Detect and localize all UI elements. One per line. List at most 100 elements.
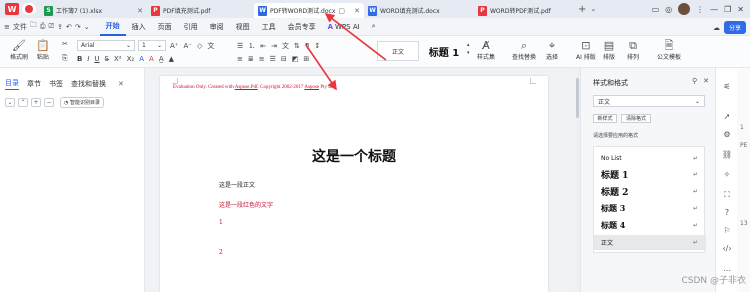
align-left-icon[interactable]: ≡ — [237, 55, 243, 63]
ai-layout-button[interactable]: ⊡ AI 排版 — [576, 39, 596, 61]
phonetic-icon[interactable]: 文 — [207, 41, 214, 51]
tab-pdf-to-word[interactable]: W PDF转WORD测试.docx ▢ ✕ — [254, 3, 364, 18]
paste-button[interactable]: 📋 粘贴 — [36, 39, 50, 61]
wps-logo-icon[interactable]: W — [5, 3, 19, 15]
strikethrough-icon[interactable]: S̶ — [105, 55, 109, 63]
new-tab-button[interactable]: + — [578, 4, 586, 15]
settings-icon[interactable]: ⚙ — [721, 130, 733, 140]
bookmark-icon[interactable]: ⚐ — [721, 226, 733, 236]
tab-toc[interactable]: 目录 — [5, 78, 19, 90]
skin-icon[interactable]: ◎ — [665, 5, 672, 14]
menu-tab-insert[interactable]: 插入 — [126, 18, 152, 36]
close-icon[interactable]: ✕ — [118, 80, 124, 88]
increase-indent-icon[interactable]: ⇥ — [271, 42, 277, 50]
clear-format-icon[interactable]: ◇ — [197, 42, 202, 50]
link-icon[interactable]: ⛓ — [721, 150, 733, 160]
subscript-icon[interactable]: X₂ — [127, 55, 135, 63]
shrink-font-icon[interactable]: A⁻ — [183, 42, 191, 50]
format-painter-button[interactable]: 🖌 格式刷 — [10, 39, 28, 61]
menu-tab-member[interactable]: 会员专享 — [282, 18, 322, 36]
layout-button[interactable]: ▤ 排版 — [603, 39, 615, 61]
font-name-select[interactable]: Arial ⌄ — [77, 40, 135, 51]
document-page[interactable]: Evaluation Only. Created with Aspose.Pdf… — [160, 76, 548, 292]
print-icon[interactable]: ⎚ — [48, 22, 54, 31]
share-button[interactable]: 分享 — [723, 21, 746, 34]
highlight-icon[interactable]: A — [139, 55, 144, 63]
shading-icon[interactable]: ◩ — [292, 55, 299, 63]
style-list-item[interactable]: 标题 1 ↵ — [594, 167, 706, 182]
copy-icon[interactable]: ⎘ — [62, 54, 68, 63]
show-marks-icon[interactable]: ¶ — [305, 42, 309, 50]
collapse-icon[interactable]: ⌄ — [5, 98, 15, 107]
scroll-thumb[interactable] — [576, 78, 579, 118]
remove-icon[interactable]: − — [44, 98, 54, 107]
maximize-icon[interactable]: ❐ — [724, 5, 731, 14]
close-icon[interactable]: ✕ — [703, 77, 709, 85]
text-effect-icon[interactable]: ▲ — [169, 55, 174, 63]
tab-word-to-pdf[interactable]: P WORD转PDF测试.pdf — [474, 3, 574, 18]
justify-icon[interactable]: ☰ — [270, 55, 276, 63]
menu-tab-references[interactable]: 引用 — [178, 18, 204, 36]
style-scroll[interactable]: ▴ ▾ — [467, 42, 470, 56]
arrange-button[interactable]: ⧉ 排列 — [627, 39, 639, 61]
menu-tab-page[interactable]: 页面 — [152, 18, 178, 36]
doc-template-button[interactable]: 🗎 公文模板 — [657, 39, 681, 61]
file-menu[interactable]: 文件 — [13, 22, 27, 32]
char-border-icon[interactable]: A̲ — [159, 55, 164, 63]
undo-icon[interactable]: ↶ — [66, 23, 72, 31]
properties-icon[interactable]: ⚟ — [721, 82, 733, 92]
search-icon[interactable]: ⌕ — [366, 18, 382, 36]
styles-set-button[interactable]: A̸ 样式集 — [477, 39, 495, 61]
tab-list-button[interactable]: ⌄ — [590, 5, 596, 13]
wps-ai-button[interactable]: A WPS AI — [322, 18, 366, 36]
chinese-layout-icon[interactable]: 文 — [282, 41, 289, 51]
numbered-list-icon[interactable]: ⒈ — [248, 41, 255, 51]
line-spacing-icon[interactable]: ↕ — [314, 42, 320, 50]
current-style-select[interactable]: 正文 ⌄ — [593, 95, 705, 107]
decrease-indent-icon[interactable]: ⇤ — [260, 42, 266, 50]
save-icon[interactable]: ⎙ — [40, 22, 46, 31]
font-size-select[interactable]: 1 ⌄ — [138, 40, 166, 51]
menu-tab-tools[interactable]: 工具 — [256, 18, 282, 36]
tab-find-replace[interactable]: 查找和替换 — [71, 79, 106, 89]
style-list-item[interactable]: 标题 2 ↵ — [594, 184, 706, 199]
style-list-item[interactable]: 标题 3 ↵ — [594, 201, 706, 216]
layout-icon[interactable]: ▭ — [652, 5, 660, 14]
chevron-down-icon[interactable]: ⌄ — [84, 23, 90, 31]
new-style-button[interactable]: 新样式 — [593, 114, 617, 123]
hamburger-icon[interactable]: ≡ — [4, 23, 10, 31]
tab-pdf-fill[interactable]: P PDF填充测试.pdf — [147, 3, 254, 18]
italic-icon[interactable]: I — [87, 55, 89, 63]
smart-toc-button[interactable]: ◔ 智能识别目录 — [60, 97, 104, 108]
close-icon[interactable]: ✕ — [354, 7, 360, 15]
expand-icon[interactable]: ⌃ — [18, 98, 28, 107]
home-tab[interactable] — [22, 3, 36, 15]
menu-tab-home[interactable]: 开始 — [99, 18, 126, 36]
avatar[interactable] — [678, 3, 691, 15]
menu-tab-review[interactable]: 审阅 — [204, 18, 230, 36]
underline-icon[interactable]: U — [94, 55, 99, 63]
pointer-icon[interactable]: ➚ — [721, 112, 733, 122]
open-icon[interactable]: 🗀 — [30, 21, 37, 32]
close-icon[interactable]: ✕ — [137, 7, 143, 15]
tools-icon[interactable]: ✧ — [721, 170, 733, 180]
superscript-icon[interactable]: X² — [114, 55, 122, 63]
style-list-item[interactable]: 正文 ↵ — [594, 235, 706, 250]
style-list-item[interactable]: No List ↵ — [594, 151, 706, 166]
export-icon[interactable]: ⇪ — [57, 23, 63, 31]
grow-font-icon[interactable]: A⁺ — [170, 42, 178, 50]
align-center-icon[interactable]: ≣ — [248, 55, 254, 63]
clear-format-button[interactable]: 清除格式 — [621, 114, 651, 123]
find-replace-button[interactable]: ⌕ 查找替换 — [512, 39, 536, 61]
font-color-icon[interactable]: A — [149, 55, 154, 63]
menu-icon[interactable]: ⋮ — [696, 5, 704, 14]
save-icon[interactable]: ▢ — [338, 7, 345, 15]
cloud-icon[interactable]: ☁ — [713, 24, 720, 32]
code-icon[interactable]: ‹/› — [721, 244, 733, 254]
align-right-icon[interactable]: ≡ — [259, 55, 265, 63]
tab-bookmarks[interactable]: 书签 — [49, 79, 63, 89]
help-icon[interactable]: ? — [721, 208, 733, 218]
tab-word-fill[interactable]: W WORD填充测试.docx — [364, 3, 474, 18]
border-icon[interactable]: ⊞ — [303, 55, 309, 63]
tab-sections[interactable]: 章节 — [27, 79, 41, 89]
